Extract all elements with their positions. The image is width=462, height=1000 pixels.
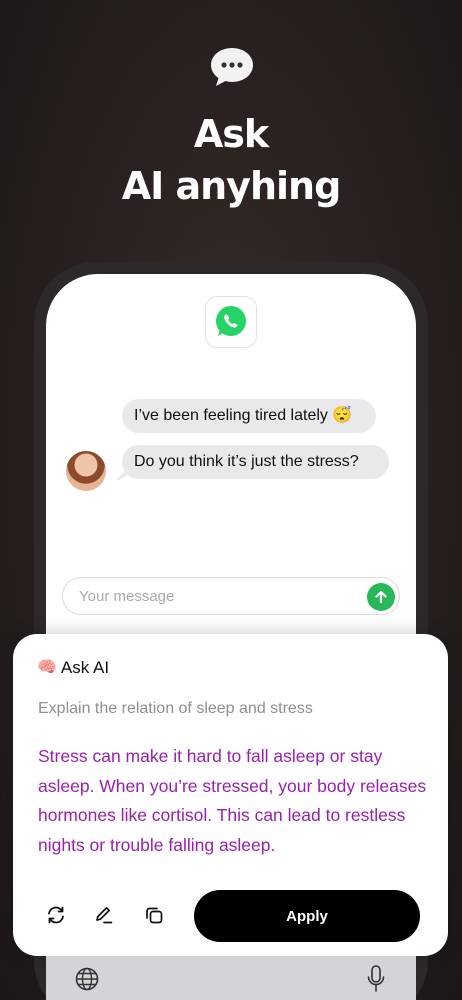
chat-message: I’ve been feeling tired lately 😴 (122, 399, 376, 433)
ai-prompt: Explain the relation of sleep and stress (38, 700, 313, 717)
edit-button[interactable] (90, 901, 118, 929)
send-button[interactable] (367, 583, 395, 611)
copy-button[interactable] (140, 901, 168, 929)
whatsapp-app-tile[interactable] (205, 296, 257, 348)
keyboard-strip (46, 956, 416, 1000)
globe-icon[interactable] (74, 966, 100, 992)
message-input[interactable] (79, 578, 359, 614)
arrow-up-icon (375, 590, 387, 604)
chat-message: Do you think it’s just the stress? (122, 445, 389, 479)
ai-answer: Stress can make it hard to fall asleep o… (38, 746, 427, 855)
brain-icon: 🧠 (37, 659, 57, 676)
apply-button[interactable]: Apply (194, 890, 420, 942)
whatsapp-icon (216, 306, 246, 336)
headline-line-2: AI anyhing (121, 164, 342, 208)
avatar (66, 451, 106, 491)
ask-ai-title: 🧠 Ask AI (37, 658, 109, 678)
edit-icon (96, 907, 113, 924)
refresh-icon (48, 906, 64, 924)
regenerate-button[interactable] (42, 901, 70, 929)
microphone-icon[interactable] (366, 964, 386, 994)
copy-icon (146, 907, 163, 924)
speech-bubble-icon (211, 48, 253, 86)
headline-line-1: Ask (193, 112, 269, 156)
ask-ai-panel: 🧠 Ask AI Explain the relation of sleep a… (13, 634, 448, 956)
ask-ai-label: Ask AI (60, 658, 110, 677)
message-input-box (62, 577, 400, 615)
